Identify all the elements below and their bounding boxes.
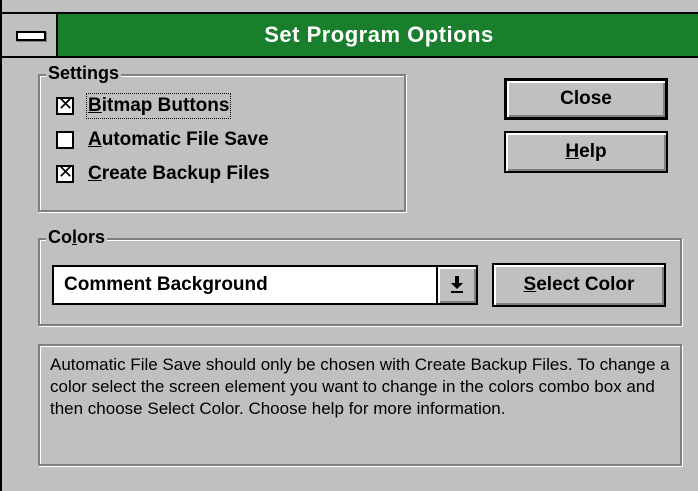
create-backup-files-label: Create Backup Files: [88, 163, 270, 184]
create-backup-files-checkbox-row[interactable]: ✕ Create Backup Files: [56, 160, 270, 188]
close-button[interactable]: Close: [504, 78, 668, 120]
settings-group-label: Settings: [46, 63, 122, 84]
dialog-window: Set Program Options Settings ✕ Bitmap Bu…: [0, 0, 698, 491]
title-bar: Set Program Options: [2, 12, 698, 58]
checkmark-icon: ✕: [58, 162, 74, 183]
system-menu-button[interactable]: [2, 14, 58, 56]
settings-groupbox: Settings ✕ Bitmap Buttons Automatic File…: [38, 63, 406, 212]
window-title: Set Program Options: [264, 22, 494, 47]
create-backup-files-checkbox[interactable]: ✕: [56, 162, 74, 183]
automatic-file-save-checkbox[interactable]: [56, 131, 74, 149]
checkmark-icon: ✕: [58, 94, 74, 115]
bitmap-buttons-checkbox[interactable]: ✕: [56, 94, 74, 115]
colors-combo-value: Comment Background: [64, 274, 268, 295]
colors-group-label: Colors: [46, 227, 108, 248]
dropdown-arrow-icon[interactable]: [436, 267, 476, 303]
system-menu-icon: [16, 31, 46, 41]
help-button[interactable]: Help: [504, 131, 668, 173]
select-color-button[interactable]: Select Color: [492, 263, 666, 307]
automatic-file-save-checkbox-row[interactable]: Automatic File Save: [56, 126, 269, 154]
help-description-text: Automatic File Save should only be chose…: [38, 344, 682, 466]
bitmap-buttons-label: Bitmap Buttons: [85, 93, 232, 119]
colors-combo-box[interactable]: Comment Background: [52, 265, 478, 305]
automatic-file-save-label: Automatic File Save: [88, 129, 269, 150]
bitmap-buttons-checkbox-row[interactable]: ✕ Bitmap Buttons: [56, 92, 232, 120]
